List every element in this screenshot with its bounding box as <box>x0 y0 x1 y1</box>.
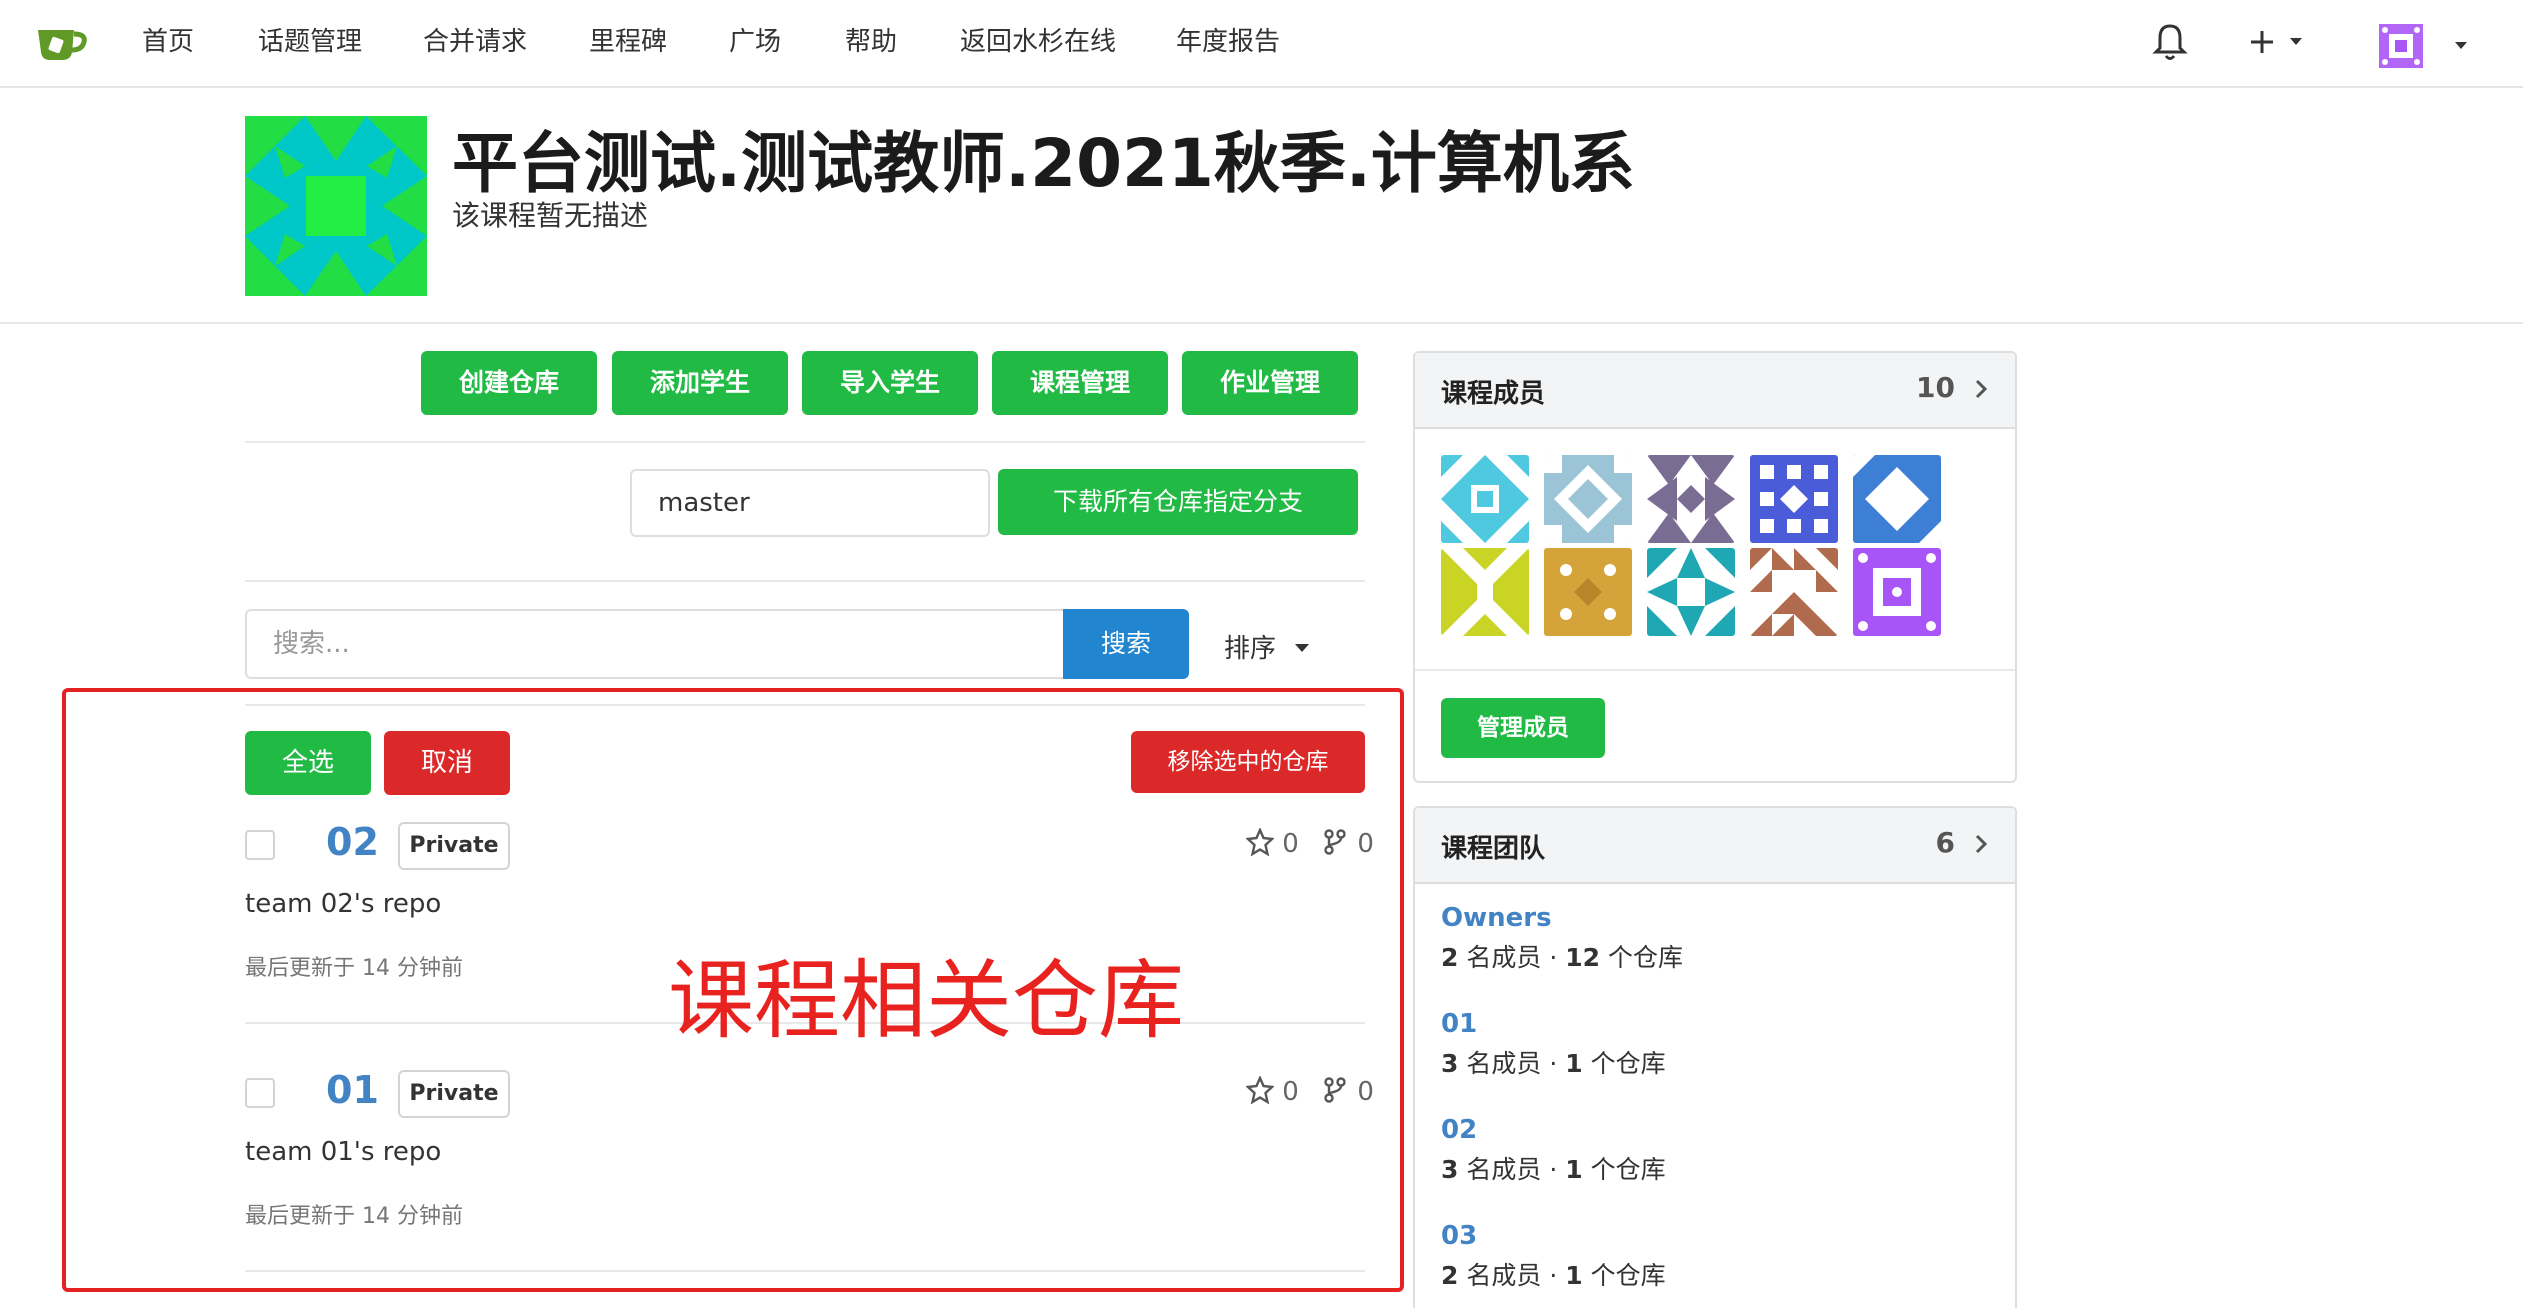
manage-members-button[interactable]: 管理成员 <box>1441 698 1605 758</box>
avatar <box>2379 24 2467 68</box>
team-info: 3 名成员 · 1 个仓库 <box>1441 1155 1666 1184</box>
user-menu[interactable] <box>2375 20 2475 68</box>
caret-down-icon <box>1295 644 1310 652</box>
import-students-button[interactable]: 导入学生 <box>802 351 978 415</box>
course-header: 平台测试.测试教师.2021秋季.计算机系 该课程暂无描述 <box>0 88 2523 324</box>
team-link-03[interactable]: 03 <box>1441 1221 1477 1251</box>
sort-dropdown[interactable]: 排序 <box>1224 628 1312 665</box>
nav-help[interactable]: 帮助 <box>845 24 897 60</box>
member-avatar[interactable] <box>1853 455 1941 543</box>
team-link-owners[interactable]: Owners <box>1441 903 1552 933</box>
download-branch-button[interactable]: 下载所有仓库指定分支 <box>998 469 1358 535</box>
chevron-right-icon[interactable] <box>1973 375 1989 403</box>
divider <box>245 580 1365 582</box>
member-avatar[interactable] <box>1441 548 1529 636</box>
team-link-02[interactable]: 02 <box>1441 1115 1477 1145</box>
member-avatar[interactable] <box>1853 548 1941 636</box>
member-avatar[interactable] <box>1647 548 1735 636</box>
plus-icon <box>2251 31 2302 53</box>
search-button[interactable]: 搜索 <box>1063 609 1189 679</box>
chevron-right-icon[interactable] <box>1973 830 1989 858</box>
nav-home[interactable]: 首页 <box>142 24 194 60</box>
member-avatar[interactable] <box>1750 548 1838 636</box>
annotation-caption: 课程相关仓库 <box>668 951 1184 1051</box>
homework-manage-button[interactable]: 作业管理 <box>1182 351 1358 415</box>
nav-annual-report[interactable]: 年度报告 <box>1176 24 1280 60</box>
member-avatar[interactable] <box>1544 455 1632 543</box>
course-manage-button[interactable]: 课程管理 <box>992 351 1168 415</box>
teams-count[interactable]: 6 <box>1936 826 1955 859</box>
member-avatar[interactable] <box>1441 455 1529 543</box>
bell-icon[interactable] <box>2150 20 2190 64</box>
members-panel: 课程成员 10 管理成员 <box>1413 351 2017 783</box>
member-avatar[interactable] <box>1750 455 1838 543</box>
branch-input[interactable] <box>630 469 990 537</box>
course-description: 该课程暂无描述 <box>452 199 649 232</box>
nav-milestones[interactable]: 里程碑 <box>589 24 667 60</box>
add-students-button[interactable]: 添加学生 <box>612 351 788 415</box>
nav-pull-requests[interactable]: 合并请求 <box>423 24 527 60</box>
top-navbar: 首页 话题管理 合并请求 里程碑 广场 帮助 返回水杉在线 年度报告 <box>0 0 2523 88</box>
team-link-01[interactable]: 01 <box>1441 1009 1477 1039</box>
teams-panel: 课程团队 6 Owners 2 名成员 · 12 个仓库 01 3 名成员 · … <box>1413 806 2017 1308</box>
team-info: 3 名成员 · 1 个仓库 <box>1441 1049 1666 1078</box>
divider <box>245 441 1365 443</box>
caret-down-icon <box>2455 42 2467 49</box>
members-panel-header: 课程成员 10 <box>1415 353 2015 429</box>
search-input[interactable]: 搜索... <box>245 609 1063 679</box>
members-panel-title: 课程成员 <box>1441 379 1546 409</box>
teams-panel-header: 课程团队 6 <box>1415 808 2015 884</box>
page-title: 平台测试.测试教师.2021秋季.计算机系 <box>452 125 1635 202</box>
member-avatar[interactable] <box>1544 548 1632 636</box>
nav-explore[interactable]: 广场 <box>729 24 781 60</box>
members-count[interactable]: 10 <box>1916 371 1955 404</box>
sort-label: 排序 <box>1224 634 1277 664</box>
create-menu[interactable] <box>2245 20 2315 64</box>
team-info: 2 名成员 · 12 个仓库 <box>1441 943 1683 972</box>
member-avatar[interactable] <box>1647 455 1735 543</box>
gitea-logo-icon[interactable] <box>34 22 88 64</box>
team-info: 2 名成员 · 1 个仓库 <box>1441 1261 1666 1290</box>
course-avatar <box>245 116 427 296</box>
divider <box>1415 669 2015 671</box>
teams-panel-title: 课程团队 <box>1441 834 1546 864</box>
nav-issues[interactable]: 话题管理 <box>258 24 362 60</box>
nav-back-to-shuishan[interactable]: 返回水杉在线 <box>960 24 1116 60</box>
create-repo-button[interactable]: 创建仓库 <box>421 351 597 415</box>
